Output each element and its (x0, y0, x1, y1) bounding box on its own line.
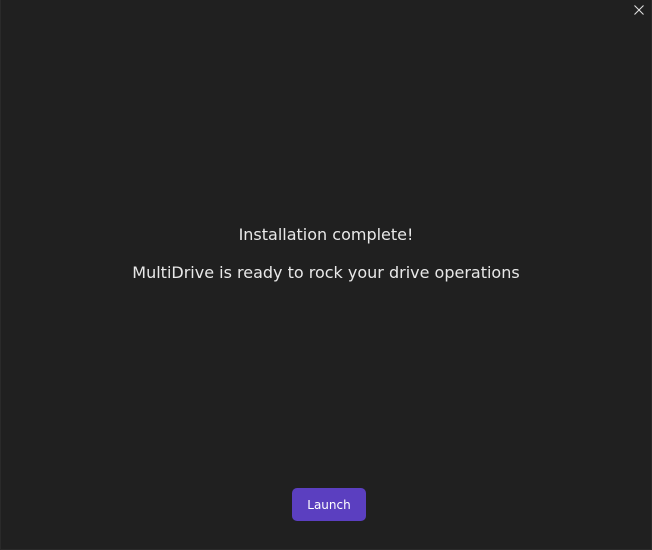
completion-message: Installation complete! MultiDrive is rea… (1, 224, 651, 284)
installation-complete-title: Installation complete! (238, 225, 414, 244)
close-icon (634, 5, 644, 15)
launch-button[interactable]: Launch (292, 488, 366, 521)
ready-subtitle: MultiDrive is ready to rock your drive o… (132, 263, 520, 282)
installer-window: Installation complete! MultiDrive is rea… (0, 0, 652, 550)
close-button[interactable] (628, 1, 650, 19)
